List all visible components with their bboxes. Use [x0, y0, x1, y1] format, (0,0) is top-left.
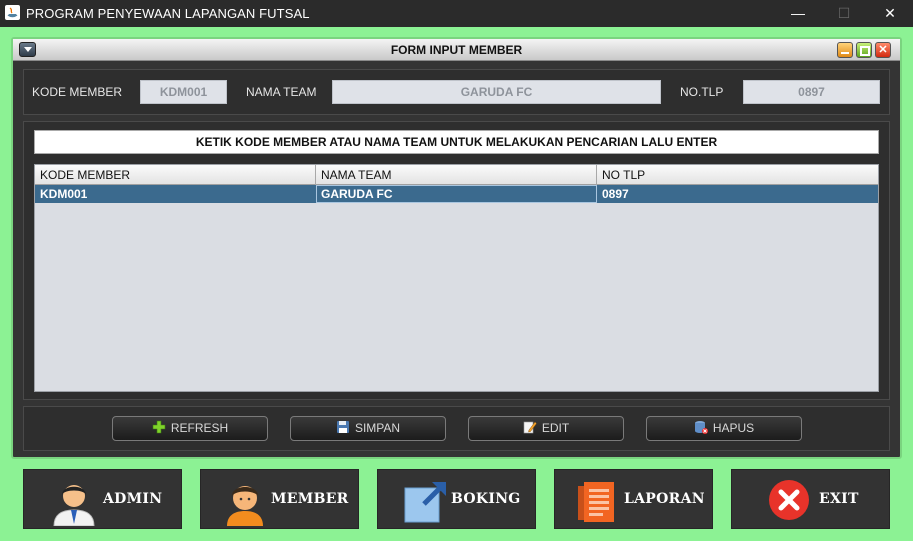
nama-team-field[interactable]: GARUDA FC [332, 80, 661, 104]
boking-nav-button[interactable]: BOKING [377, 469, 536, 529]
boking-label: BOKING [451, 491, 521, 507]
kode-member-label: KODE MEMBER [32, 85, 123, 99]
minimize-icon [838, 43, 852, 57]
admin-nav-button[interactable]: ADMIN [23, 469, 182, 529]
main-frame: FORM INPUT MEMBER ✕ KODE MEMBER KDM001 N… [0, 27, 913, 541]
exit-label: EXIT [819, 491, 859, 507]
maximize-button[interactable]: ☐ [821, 0, 867, 27]
internal-frame: FORM INPUT MEMBER ✕ KODE MEMBER KDM001 N… [11, 37, 902, 459]
action-panel: REFRESH SIMPAN EDIT HAPUS [23, 406, 890, 451]
laporan-nav-button[interactable]: LAPORAN [554, 469, 713, 529]
close-icon: ✕ [878, 44, 888, 56]
edit-label: EDIT [541, 421, 570, 435]
floppy-disk-icon [336, 421, 349, 433]
member-nav-button[interactable]: MEMBER [200, 469, 359, 529]
plus-icon [152, 420, 166, 434]
internal-frame-title: FORM INPUT MEMBER [390, 43, 523, 57]
no-tlp-field[interactable]: 0897 [743, 80, 880, 104]
iconify-button[interactable] [837, 42, 853, 58]
member-person-icon [227, 486, 263, 526]
edit-button[interactable]: EDIT [468, 416, 624, 441]
database-delete-icon [694, 421, 708, 434]
refresh-label: REFRESH [170, 421, 229, 435]
frame-maximize-button[interactable] [856, 42, 872, 58]
internal-frame-title-bar[interactable]: FORM INPUT MEMBER ✕ [13, 39, 900, 61]
table-row[interactable]: KDM001 GARUDA FC 0897 [35, 185, 878, 203]
close-button[interactable]: ✕ [867, 0, 913, 27]
admin-label: ADMIN [103, 491, 163, 507]
java-icon [5, 5, 20, 20]
nama-team-label: NAMA TEAM [246, 85, 317, 99]
laporan-label: LAPORAN [624, 491, 705, 507]
frame-close-button[interactable]: ✕ [875, 42, 891, 58]
search-input[interactable]: KETIK KODE MEMBER ATAU NAMA TEAM UNTUK M… [34, 130, 879, 154]
os-title-bar[interactable]: PROGRAM PENYEWAAN LAPANGAN FUTSAL — ☐ ✕ [0, 0, 913, 27]
external-link-icon [404, 482, 446, 523]
exit-nav-button[interactable]: EXIT [731, 469, 890, 529]
minimize-button[interactable]: — [775, 0, 821, 27]
window-title: PROGRAM PENYEWAAN LAPANGAN FUTSAL [26, 6, 310, 21]
table-header: KODE MEMBER NAMA TEAM NO TLP [35, 165, 878, 185]
admin-user-icon [53, 485, 95, 526]
table-panel: KETIK KODE MEMBER ATAU NAMA TEAM UNTUK M… [23, 121, 890, 400]
column-header-kode-member[interactable]: KODE MEMBER [35, 165, 316, 185]
column-header-no-tlp[interactable]: NO TLP [597, 165, 878, 185]
kode-member-field[interactable]: KDM001 [140, 80, 227, 104]
hapus-label: HAPUS [712, 421, 755, 435]
form-panel: KODE MEMBER KDM001 NAMA TEAM GARUDA FC N… [23, 69, 890, 115]
member-table[interactable]: KODE MEMBER NAMA TEAM NO TLP KDM001 GARU… [34, 164, 879, 392]
member-label: MEMBER [271, 491, 349, 507]
column-header-nama-team[interactable]: NAMA TEAM [316, 165, 597, 185]
edit-pencil-icon [523, 421, 537, 434]
maximize-icon [857, 43, 871, 57]
simpan-button[interactable]: SIMPAN [290, 416, 446, 441]
hapus-button[interactable]: HAPUS [646, 416, 802, 441]
close-circle-icon [769, 480, 809, 520]
no-tlp-label: NO.TLP [680, 85, 724, 99]
table-cell-nama-team[interactable]: GARUDA FC [316, 185, 597, 203]
table-cell-kode-member[interactable]: KDM001 [35, 185, 316, 203]
simpan-label: SIMPAN [354, 421, 401, 435]
refresh-button[interactable]: REFRESH [112, 416, 268, 441]
report-document-icon [578, 482, 614, 522]
table-cell-no-tlp[interactable]: 0897 [597, 185, 878, 203]
